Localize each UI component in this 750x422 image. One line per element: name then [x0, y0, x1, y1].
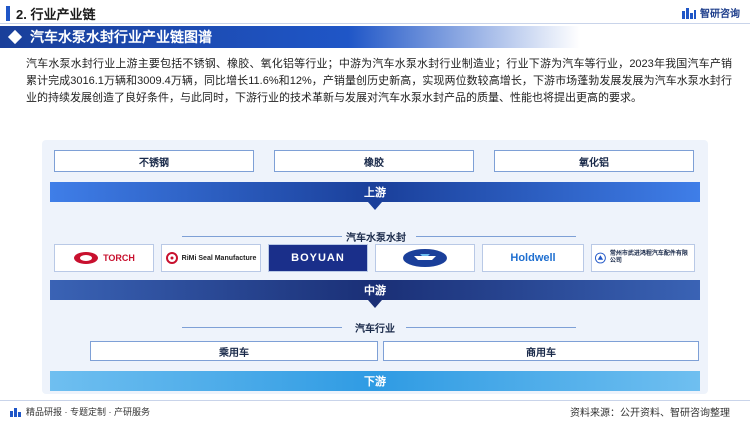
section-label: 2. 行业产业链	[6, 4, 95, 23]
section-title: 2. 行业产业链	[16, 7, 96, 22]
company-name: Holdwell	[510, 252, 556, 264]
top-bar: 2. 行业产业链 智研咨询	[0, 0, 750, 24]
material-box-stainless-steel: 不锈钢	[54, 150, 254, 172]
sub-line-right	[406, 327, 576, 328]
industry-box-commercial-vehicle: 商用车	[383, 341, 699, 361]
material-box-alumina: 氧化铝	[494, 150, 694, 172]
brand-name: 智研咨询	[700, 9, 740, 20]
title-band: 汽车水泵水封行业产业链图谱	[0, 26, 580, 48]
industry-chain-diagram: 不锈钢 橡胶 氧化铝 上游 汽车水泵水封 TORCH RiMi Seal Man…	[42, 140, 708, 394]
stage-bar-downstream: 下游	[50, 371, 700, 391]
sub-line-left	[182, 327, 342, 328]
footer-tags: 精品研报 · 专题定制 · 产研服务	[10, 405, 150, 418]
company-name: TORCH	[103, 253, 135, 263]
rimi-icon	[165, 252, 178, 264]
brand-logo: 智研咨询	[682, 5, 740, 20]
footer-divider	[0, 400, 750, 401]
company-logo-holdwell: Holdwell	[482, 244, 584, 272]
intro-paragraph: 汽车水泵水封行业上游主要包括不锈钢、橡胶、氧化铝等行业；中游为汽车水泵水封行业制…	[26, 58, 732, 104]
stage-bar-upstream: 上游	[50, 182, 700, 202]
company-logo-hongcheng: 常州市武进鸿程汽车配件有限公司	[591, 244, 695, 272]
source-note: 资料来源：公开资料、智研咨询整理	[570, 408, 730, 419]
footer-tags-text: 精品研报 · 专题定制 · 产研服务	[26, 407, 150, 417]
midstream-sub-label: 汽车水泵水封	[346, 233, 406, 244]
footer: 精品研报 · 专题定制 · 产研服务 资料来源：公开资料、智研咨询整理	[0, 400, 750, 422]
company-logo-rimi: RiMi Seal Manufacture	[161, 244, 261, 272]
company-emblem-icon	[403, 249, 447, 267]
arrow-down-icon	[368, 300, 382, 308]
company-logo-torch: TORCH	[54, 244, 154, 272]
stage-bar-midstream: 中游	[50, 280, 700, 300]
page-title: 汽车水泵水封行业产业链图谱	[30, 29, 212, 45]
company-logo-emblem	[375, 244, 475, 272]
sub-line-left	[182, 236, 342, 237]
brand-icon	[682, 7, 696, 19]
material-box-rubber: 橡胶	[274, 150, 474, 172]
header-divider	[0, 23, 750, 24]
sub-line-right	[416, 236, 576, 237]
hongcheng-icon	[595, 252, 606, 264]
company-name: 常州市武进鸿程汽车配件有限公司	[609, 251, 688, 264]
chart-bars-icon	[10, 407, 21, 417]
arrow-down-icon	[368, 202, 382, 210]
section-marker	[6, 6, 10, 21]
company-logo-boyuan: BOYUAN	[268, 244, 368, 272]
torch-icon	[74, 252, 99, 264]
company-name: BOYUAN	[291, 252, 345, 264]
downstream-sub-label: 汽车行业	[355, 324, 395, 335]
diamond-icon	[7, 29, 23, 45]
company-name: RiMi Seal Manufacture	[181, 254, 257, 262]
industry-box-passenger-car: 乘用车	[90, 341, 378, 361]
